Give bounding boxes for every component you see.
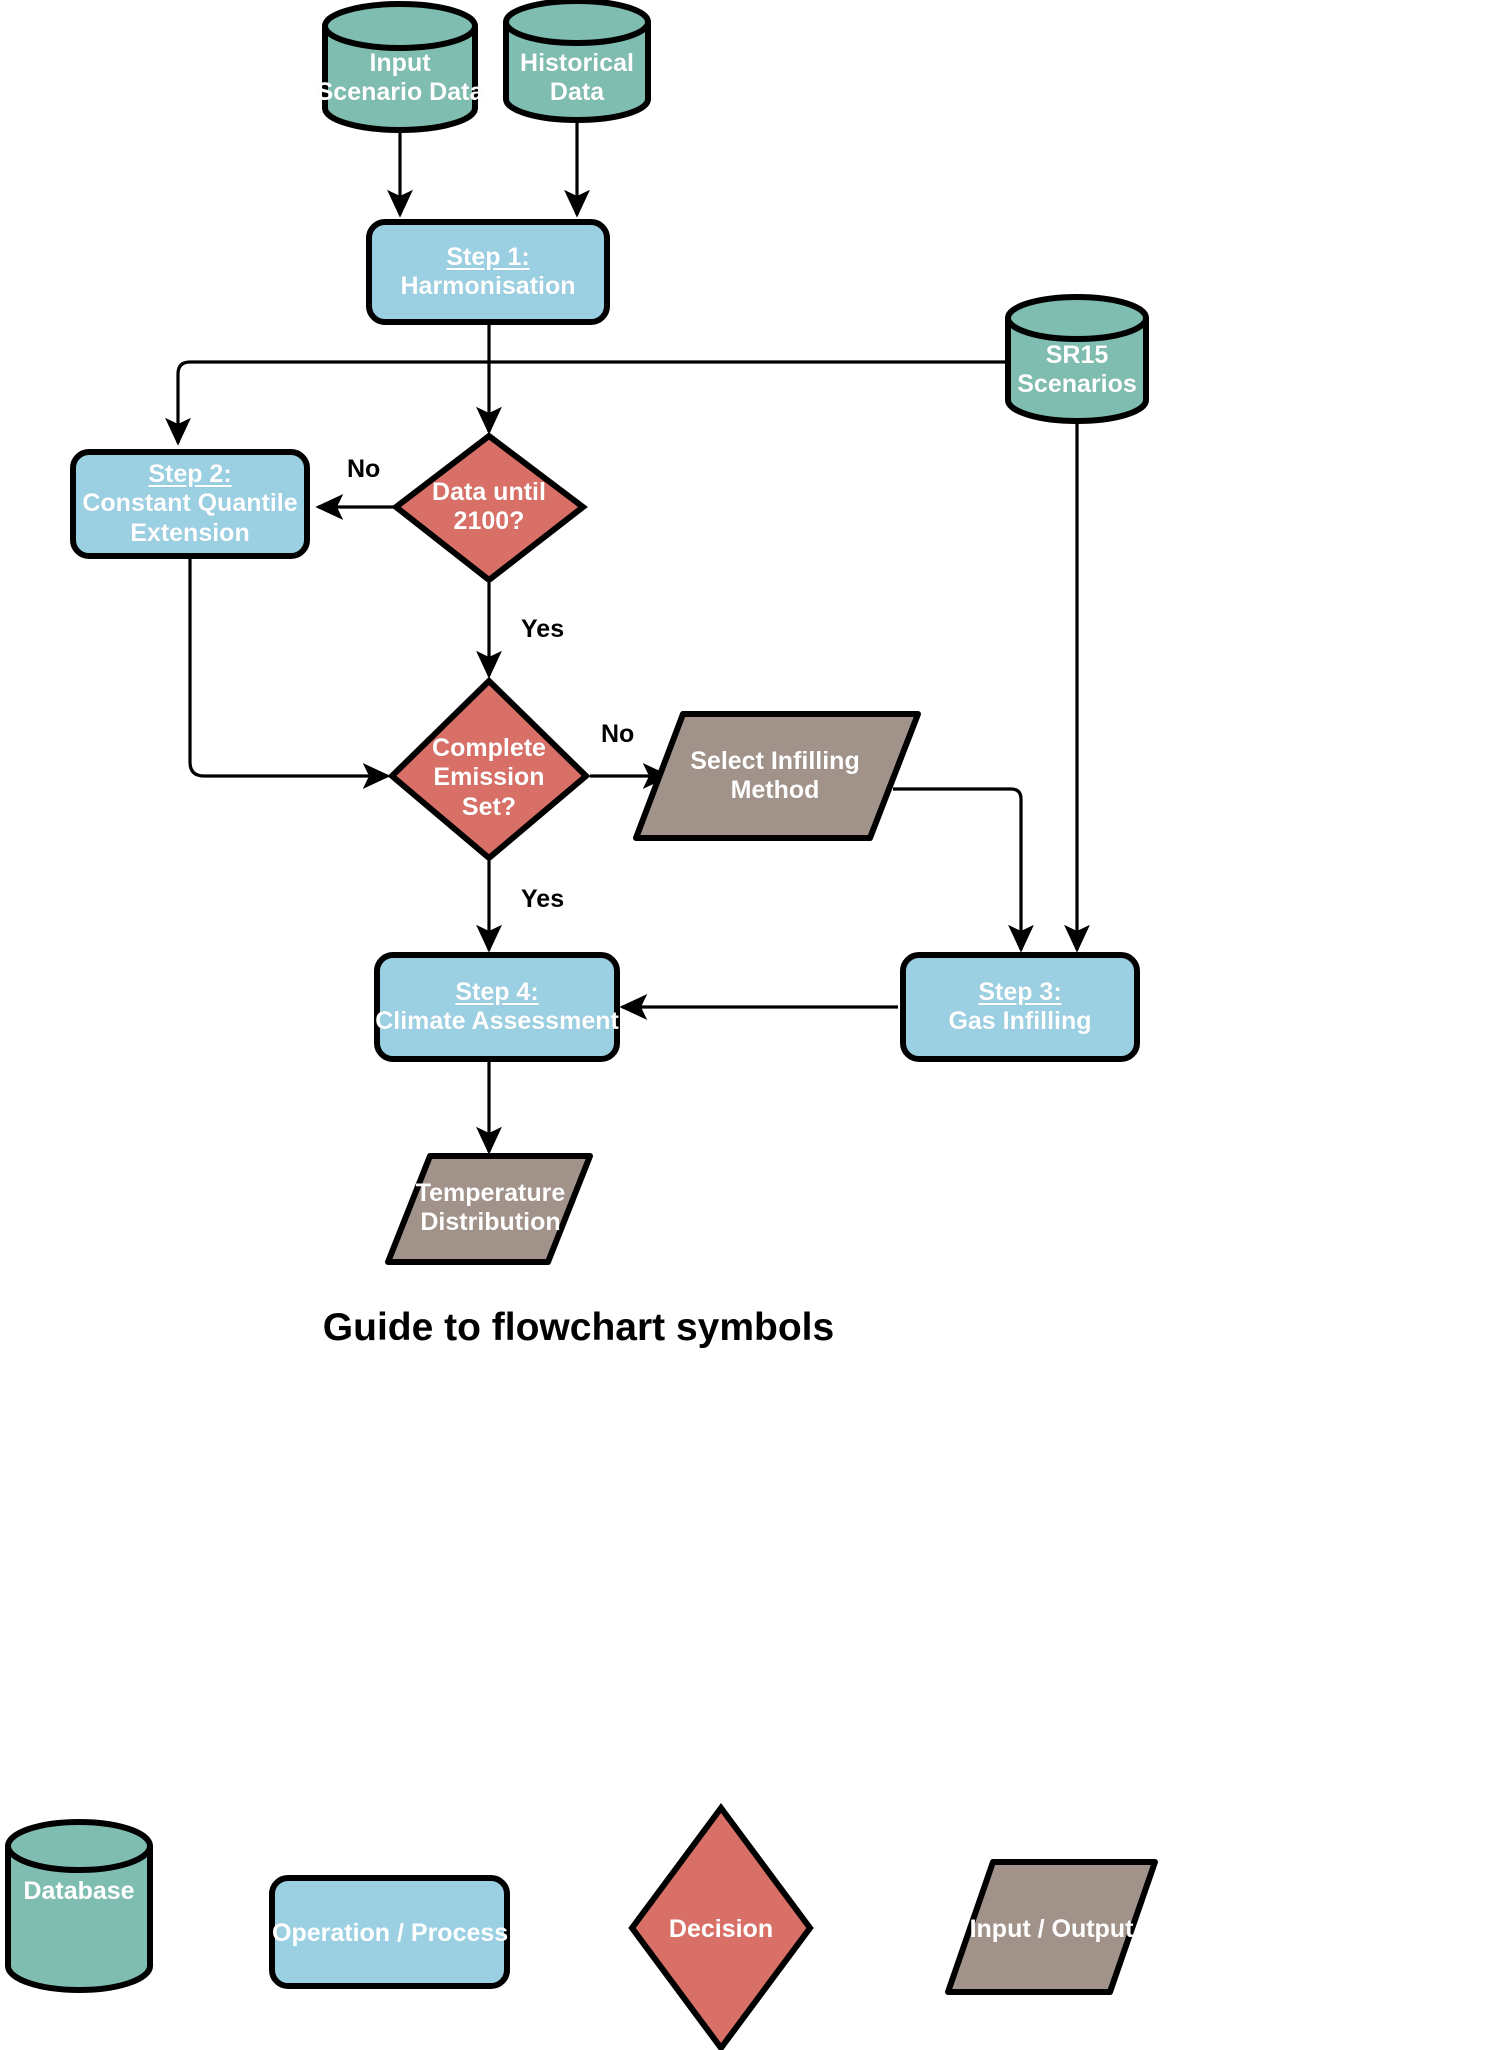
node-step3 (900, 952, 1140, 1062)
node-input-scenario-data (322, 1, 478, 133)
edge-step2-to-decision2 (188, 556, 391, 789)
edge-infilling-to-step3 (893, 787, 1034, 953)
legend-label-database: Database (23, 1877, 135, 1905)
node-historical-data (503, 0, 651, 123)
node-sr15-scenarios (1005, 294, 1149, 424)
legend-label-decision: Decision (668, 1915, 774, 1943)
node-step2 (70, 449, 310, 559)
edge-label-decision1-no: No (347, 455, 381, 483)
node-data-until-2100 (391, 432, 588, 584)
legend-label-io: Input / Output (969, 1915, 1134, 1943)
node-step1 (366, 219, 610, 325)
edge-sr15-to-step2 (165, 360, 1008, 446)
flowchart-canvas: Input Scenario Data Historical Data Step… (0, 0, 1505, 2050)
flowchart-graphics (5, 0, 1158, 2050)
node-temperature-distribution (385, 1153, 593, 1265)
legend-label-process: Operation / Process (272, 1919, 509, 1947)
node-complete-emission-set (387, 676, 591, 862)
guide-title: Guide to flowchart symbols (322, 1306, 835, 1349)
edge-label-decision1-yes: Yes (521, 615, 565, 643)
node-step4 (374, 952, 620, 1062)
edge-label-decision2-no: No (601, 720, 635, 748)
edge-label-decision2-yes: Yes (521, 885, 565, 913)
node-select-infilling-method (633, 711, 921, 841)
